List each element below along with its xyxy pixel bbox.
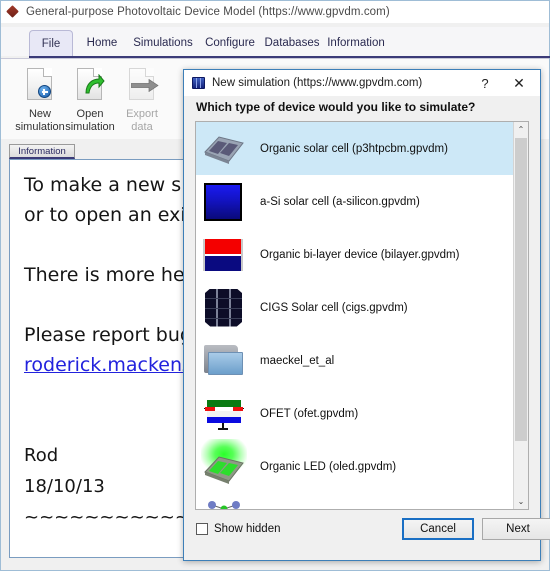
list-item[interactable]: a-Si solar cell (a-silicon.gpvdm) (196, 175, 528, 228)
help-button[interactable]: ? (468, 71, 502, 95)
close-icon[interactable]: ✕ (502, 71, 536, 95)
list-scrollbar[interactable]: ⌃ ⌄ (513, 122, 528, 509)
information-panel-tab[interactable]: Information (9, 144, 75, 159)
organic-solar-cell-icon (202, 127, 246, 171)
cigs-solar-cell-icon (202, 286, 246, 330)
molecule-icon (202, 498, 246, 509)
list-item[interactable]: maeckel_et_al (196, 334, 528, 387)
ofet-device-icon (202, 392, 246, 436)
list-item[interactable]: OFET (ofet.gpvdm) (196, 387, 528, 440)
new-simulation-label-line1: New (28, 108, 51, 120)
application-titlebar: General-purpose Photovoltaic Device Mode… (1, 1, 549, 23)
gpvdm-diamond-icon (6, 4, 20, 19)
tab-file[interactable]: File (29, 30, 73, 56)
export-data-button[interactable]: Export data (111, 65, 173, 133)
ribbon-tab-strip: File Home Simulations Configure Database… (1, 27, 549, 56)
open-document-icon (70, 65, 110, 105)
list-item[interactable]: Organic LED (oled.gpvdm) (196, 438, 528, 493)
scroll-down-icon[interactable]: ⌄ (514, 494, 528, 509)
signature-name: Rod (24, 445, 59, 466)
new-simulation-icon (192, 77, 205, 89)
tab-home[interactable]: Home (77, 30, 127, 56)
next-button[interactable]: Next (482, 518, 550, 540)
list-item[interactable]: CIGS Solar cell (cigs.gpvdm) (196, 281, 528, 334)
list-item-label: Organic solar cell (p3htpcbm.gpvdm) (260, 142, 448, 155)
checkbox-box[interactable] (196, 523, 208, 535)
list-item-label: CIGS Solar cell (cigs.gpvdm) (260, 301, 408, 314)
signature-date: 18/10/13 (24, 476, 105, 497)
export-data-label-line2: data (131, 120, 153, 133)
show-hidden-checkbox[interactable]: Show hidden (196, 523, 281, 535)
tab-databases[interactable]: Databases (261, 30, 323, 56)
open-simulation-label-line1: Open (76, 108, 104, 120)
cancel-button[interactable]: Cancel (402, 518, 474, 540)
organic-led-icon (201, 438, 247, 489)
dialog-question: Which type of device would you like to s… (196, 100, 476, 114)
list-item-label: OFET (ofet.gpvdm) (260, 407, 359, 420)
info-line-2: or to open an exi (24, 204, 186, 226)
dialog-titlebar: New simulation (https://www.gpvdm.com) ?… (184, 70, 540, 96)
info-line-1: To make a new s (24, 174, 182, 196)
contact-email-link[interactable]: roderick.mackenz (24, 354, 192, 376)
export-data-icon (122, 65, 162, 105)
grey-arrow-glyph (131, 79, 159, 92)
folder-icon (202, 339, 246, 383)
scrollbar-thumb[interactable] (515, 138, 527, 441)
new-simulation-label-line2: simulation (15, 120, 65, 133)
list-item-label: Organic LED (oled.gpvdm) (260, 460, 397, 473)
tab-configure[interactable]: Configure (199, 30, 261, 56)
list-item-label: a-Si solar cell (a-silicon.gpvdm) (260, 195, 420, 208)
info-line-3: There is more he (24, 264, 185, 286)
dialog-title: New simulation (https://www.gpvdm.com) (212, 77, 423, 89)
tab-information[interactable]: Information (323, 30, 389, 56)
list-item[interactable]: Organic bi-layer device (bilayer.gpvdm) (196, 228, 528, 281)
info-line-4: Please report bug (24, 324, 192, 346)
application-title: General-purpose Photovoltaic Device Mode… (26, 6, 390, 18)
bilayer-device-icon (202, 233, 246, 277)
list-item-label: Organic bi-layer device (bilayer.gpvdm) (260, 248, 460, 261)
scroll-up-icon[interactable]: ⌃ (514, 122, 528, 137)
list-item-label: maeckel_et_al (260, 354, 335, 367)
green-arrow-glyph (85, 74, 105, 94)
list-item[interactable] (196, 493, 528, 509)
new-document-icon (20, 65, 60, 105)
show-hidden-label: Show hidden (214, 523, 281, 535)
new-simulation-dialog: New simulation (https://www.gpvdm.com) ?… (183, 69, 550, 561)
open-simulation-label-line2: simulation (65, 120, 115, 133)
export-data-label-line1: Export (126, 108, 158, 120)
list-item[interactable]: Organic solar cell (p3htpcbm.gpvdm) (196, 122, 528, 175)
tab-simulations[interactable]: Simulations (127, 30, 199, 56)
text-rule: ~~~~~~~~~~~~ (24, 507, 205, 528)
a-si-solar-cell-icon (202, 180, 246, 224)
device-type-list[interactable]: Organic solar cell (p3htpcbm.gpvdm) a-Si… (195, 121, 529, 510)
